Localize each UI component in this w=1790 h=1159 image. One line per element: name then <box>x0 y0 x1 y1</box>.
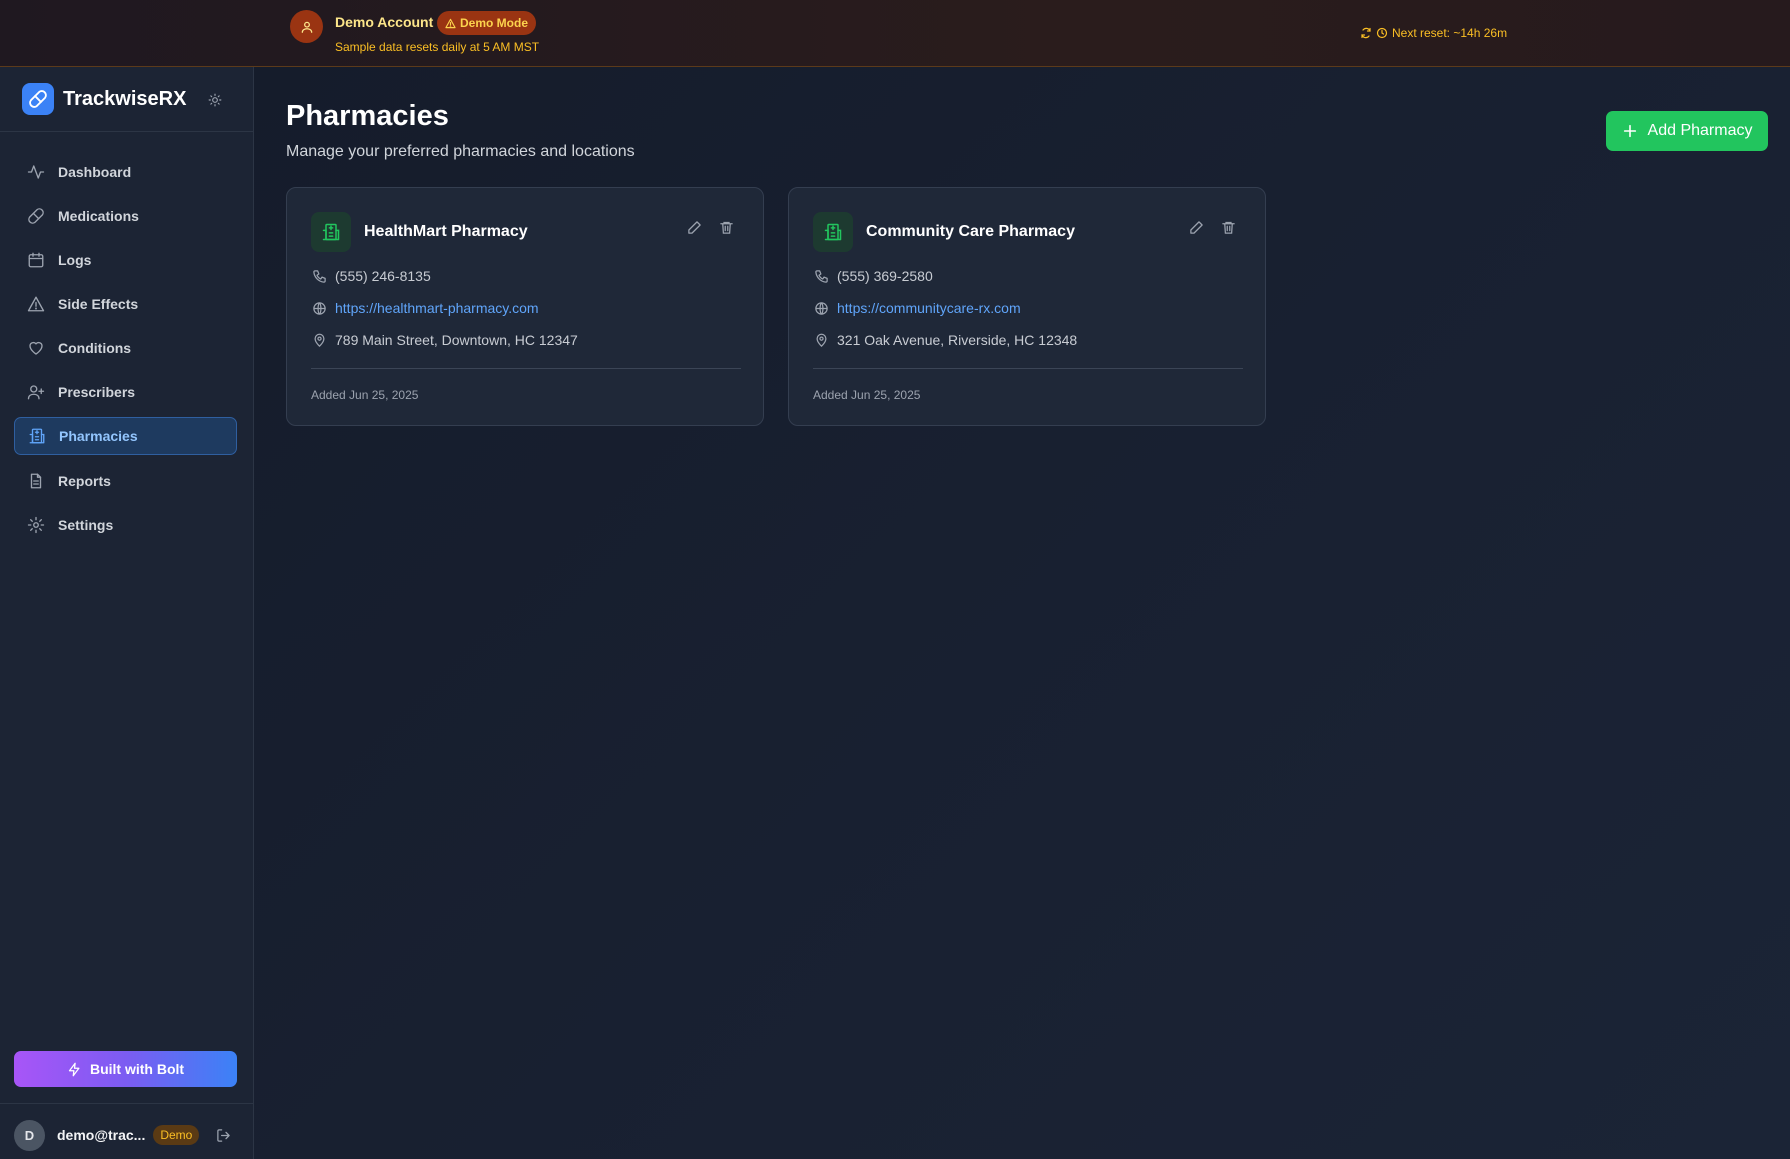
next-reset-label: Next reset: ~14h 26m <box>1392 26 1508 40</box>
sidebar-item-label: Dashboard <box>58 164 132 180</box>
warning-icon <box>26 294 46 314</box>
edit-pencil-icon[interactable] <box>1187 218 1205 236</box>
next-reset-timer: Next reset: ~14h 26m <box>1360 26 1507 40</box>
demo-banner: Demo Account Demo Mode Sample data reset… <box>0 0 1790 67</box>
user-icon <box>290 10 323 43</box>
built-with-bolt-label: Built with Bolt <box>89 1061 185 1077</box>
globe-icon <box>311 300 327 316</box>
sidebar-item-label: Reports <box>58 473 111 489</box>
user-email: demo@trac... <box>57 1127 146 1143</box>
map-pin-icon <box>311 332 327 348</box>
main-content: Pharmacies Manage your preferred pharmac… <box>254 67 1790 1159</box>
sidebar-item-prescribers[interactable]: Prescribers <box>14 373 237 411</box>
pharmacy-added-date: Added Jun 25, 2025 <box>311 388 419 402</box>
pharmacy-address: 321 Oak Avenue, Riverside, HC 12348 <box>837 332 1078 348</box>
sidebar-item-pharmacies[interactable]: Pharmacies <box>14 417 237 455</box>
sidebar: TrackwiseRX Dashboard Medications Logs S… <box>0 67 254 1159</box>
pharmacy-address-row: 321 Oak Avenue, Riverside, HC 12348 <box>813 332 1077 348</box>
sidebar-item-label: Conditions <box>58 340 132 356</box>
pill-icon <box>26 206 46 226</box>
sidebar-item-label: Logs <box>58 252 92 268</box>
heart-icon <box>26 338 46 358</box>
demo-reset-note: Sample data resets daily at 5 AM MST <box>335 40 540 54</box>
pharmacy-address-row: 789 Main Street, Downtown, HC 12347 <box>311 332 578 348</box>
refresh-icon <box>1361 27 1371 39</box>
sidebar-item-reports[interactable]: Reports <box>14 462 237 500</box>
pharmacy-card: Community Care Pharmacy (555) 369-2580 h… <box>788 187 1266 426</box>
built-with-bolt-button[interactable]: Built with Bolt <box>14 1051 237 1087</box>
pharmacy-website-link[interactable]: https://healthmart-pharmacy.com <box>335 300 539 316</box>
sidebar-item-dashboard[interactable]: Dashboard <box>14 153 237 191</box>
warning-icon <box>445 18 456 28</box>
user-divider <box>0 1103 253 1104</box>
pharmacy-phone-row: (555) 369-2580 <box>813 268 933 284</box>
pharmacy-name: HealthMart Pharmacy <box>364 223 528 240</box>
page-subtitle: Manage your preferred pharmacies and loc… <box>286 143 635 160</box>
building-icon <box>27 426 47 446</box>
add-pharmacy-label: Add Pharmacy <box>1647 122 1753 139</box>
user-plus-icon <box>26 382 46 402</box>
demo-account-title: Demo Account <box>335 14 434 30</box>
pharmacy-website-row: https://communitycare-rx.com <box>813 300 1021 316</box>
theme-toggle-sun-icon[interactable] <box>206 91 224 109</box>
sidebar-item-logs[interactable]: Logs <box>14 241 237 279</box>
pill-logo-icon <box>22 83 54 115</box>
pharmacy-name: Community Care Pharmacy <box>866 223 1075 240</box>
page-title: Pharmacies <box>286 100 449 132</box>
delete-trash-icon[interactable] <box>717 218 735 236</box>
delete-trash-icon[interactable] <box>1219 218 1237 236</box>
pharmacy-added-date: Added Jun 25, 2025 <box>813 388 921 402</box>
pharmacy-address: 789 Main Street, Downtown, HC 12347 <box>335 332 578 348</box>
card-divider <box>311 368 741 369</box>
document-icon <box>26 471 46 491</box>
demo-mode-badge: Demo Mode <box>437 11 537 35</box>
sidebar-item-side-effects[interactable]: Side Effects <box>14 285 237 323</box>
demo-badge: Demo <box>153 1125 200 1145</box>
demo-mode-label: Demo Mode <box>460 16 529 30</box>
phone-icon <box>813 268 829 284</box>
brand[interactable]: TrackwiseRX <box>22 83 186 115</box>
map-pin-icon <box>813 332 829 348</box>
clock-icon <box>1376 27 1388 39</box>
sidebar-item-conditions[interactable]: Conditions <box>14 329 237 367</box>
avatar[interactable]: D <box>14 1119 45 1151</box>
pharmacy-card: HealthMart Pharmacy (555) 246-8135 https… <box>286 187 764 426</box>
pharmacy-phone: (555) 369-2580 <box>837 268 933 284</box>
sidebar-item-label: Pharmacies <box>59 428 138 444</box>
logout-icon[interactable] <box>214 1126 232 1144</box>
edit-pencil-icon[interactable] <box>685 218 703 236</box>
sidebar-item-label: Medications <box>58 208 139 224</box>
calendar-icon <box>26 250 46 270</box>
phone-icon <box>311 268 327 284</box>
pharmacy-phone: (555) 246-8135 <box>335 268 431 284</box>
sidebar-item-settings[interactable]: Settings <box>14 506 237 544</box>
plus-icon <box>1623 124 1636 138</box>
sidebar-divider <box>0 131 253 132</box>
pharmacy-website-link[interactable]: https://communitycare-rx.com <box>837 300 1021 316</box>
add-pharmacy-button[interactable]: Add Pharmacy <box>1606 111 1768 151</box>
lightning-icon <box>68 1062 80 1076</box>
building-icon <box>813 212 853 252</box>
brand-name: TrackwiseRX <box>63 87 187 110</box>
sidebar-item-label: Prescribers <box>58 384 136 400</box>
building-icon <box>311 212 351 252</box>
card-divider <box>813 368 1243 369</box>
sidebar-item-label: Side Effects <box>58 296 139 312</box>
pharmacy-phone-row: (555) 246-8135 <box>311 268 431 284</box>
user-profile: D demo@trac... Demo <box>14 1119 239 1151</box>
gear-icon <box>26 515 46 535</box>
activity-icon <box>26 162 46 182</box>
globe-icon <box>813 300 829 316</box>
pharmacy-website-row: https://healthmart-pharmacy.com <box>311 300 539 316</box>
sidebar-item-label: Settings <box>58 517 114 533</box>
sidebar-item-medications[interactable]: Medications <box>14 197 237 235</box>
